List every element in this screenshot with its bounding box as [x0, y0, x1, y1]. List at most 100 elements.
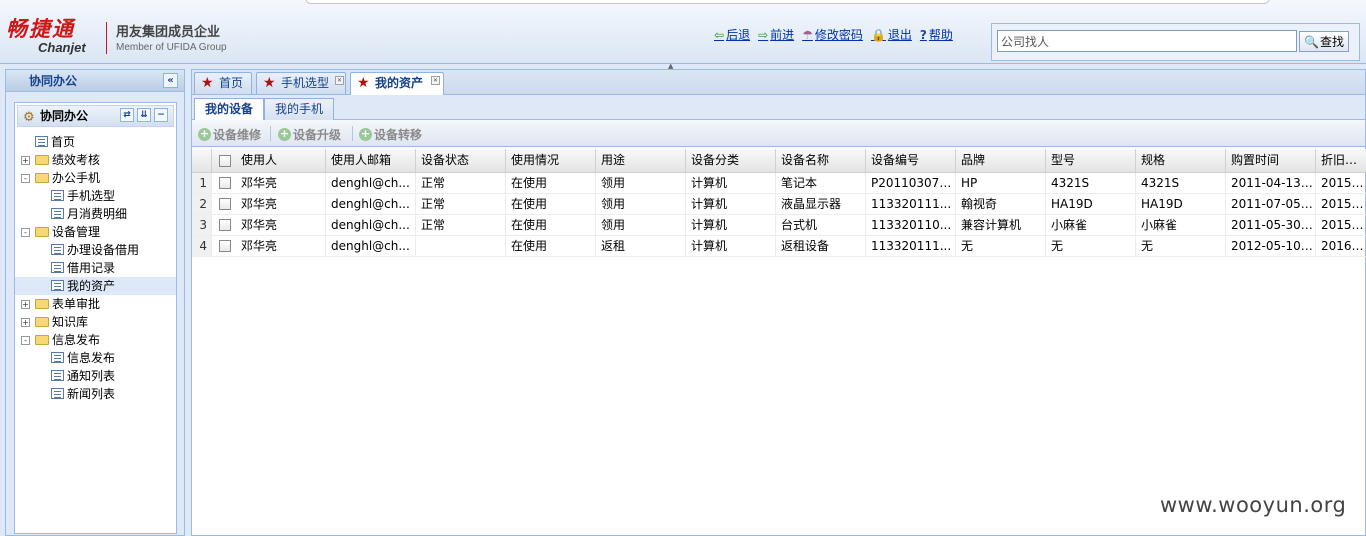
collapse-all-button[interactable]: − — [154, 108, 168, 122]
search-button[interactable]: 🔍 查找 — [1299, 31, 1349, 52]
tab-my-phones[interactable]: 我的手机 — [264, 98, 335, 120]
tab-my-devices[interactable]: 我的设备 — [194, 98, 265, 120]
search-input[interactable] — [997, 30, 1297, 52]
sidebar-collapse-button[interactable]: « — [163, 73, 178, 88]
search-button-label: 查找 — [1319, 35, 1344, 49]
sidebar-item[interactable]: - 信息发布 — [15, 331, 176, 349]
column-header-device-name[interactable]: 设备名称 — [776, 149, 866, 172]
search-icon: 🔍 — [1304, 34, 1319, 49]
select-all-checkbox[interactable] — [219, 155, 231, 167]
collapse-icon[interactable]: - — [21, 336, 30, 345]
star-icon: ★ — [357, 75, 370, 91]
change-password-label: 修改密码 — [814, 28, 863, 42]
sidebar-item[interactable]: 新闻列表 — [15, 385, 176, 403]
sidebar-item-label: 新闻列表 — [67, 387, 116, 401]
column-header-spec[interactable]: 规格 — [1136, 149, 1226, 172]
expand-icon[interactable]: + — [21, 300, 30, 309]
expand-icon[interactable]: + — [21, 318, 30, 327]
row-checkbox[interactable] — [219, 240, 231, 252]
sidebar-item[interactable]: - 办公手机 — [15, 169, 176, 187]
back-link[interactable]: ⇦ 后退 — [714, 26, 750, 43]
cell-device-name: 返租设备 — [776, 236, 866, 256]
tab-my-assets[interactable]: ★ 我的资产 ✕ — [350, 72, 444, 95]
page-icon — [51, 190, 64, 201]
cell-depreciation-date: 2015-05... — [1316, 215, 1366, 235]
logo: 畅捷通 Chanjet — [6, 16, 86, 56]
column-header-depreciation-date[interactable]: 折旧时间 — [1316, 149, 1366, 172]
sidebar-item[interactable]: - 设备管理 — [15, 223, 176, 241]
expand-all-button[interactable]: ⇊ — [137, 108, 151, 122]
close-icon[interactable]: ✕ — [335, 76, 344, 85]
cell-category: 计算机 — [686, 215, 776, 235]
close-icon[interactable]: ✕ — [431, 76, 440, 85]
cell-device-no: 113320111... — [866, 194, 956, 214]
column-header-user-email[interactable]: 使用人邮箱 — [326, 149, 416, 172]
sub-tab-bar: 我的设备 我的手机 — [192, 95, 1365, 120]
tab-home[interactable]: ★ 首页 — [194, 72, 252, 94]
cell-category: 计算机 — [686, 173, 776, 193]
tab-phone-selection[interactable]: ★ 手机选型 ✕ — [256, 72, 346, 94]
logo-cn-text: 畅捷通 — [6, 16, 75, 41]
collapse-icon[interactable]: - — [21, 228, 30, 237]
sidebar-item[interactable]: + 绩效考核 — [15, 151, 176, 169]
help-link[interactable]: ? 帮助 — [920, 26, 953, 43]
page-icon — [51, 388, 64, 399]
sidebar-item[interactable]: 信息发布 — [15, 349, 176, 367]
sidebar-item-label: 知识库 — [52, 315, 89, 329]
sidebar-item[interactable]: 首页 — [15, 133, 176, 151]
sidebar-item[interactable]: 通知列表 — [15, 367, 176, 385]
sidebar-header: 协同办公 « — [6, 70, 184, 92]
device-repair-button[interactable]: + 设备维修 — [198, 126, 261, 143]
slogan-en: Member of UFIDA Group — [116, 42, 227, 53]
arrow-left-icon: ⇦ — [714, 27, 725, 42]
cell-usage: 在使用 — [506, 194, 596, 214]
sidebar-item-label: 绩效考核 — [52, 153, 101, 167]
change-password-link[interactable]: ☂ 修改密码 — [802, 26, 863, 43]
cell-user: 邓华亮 — [236, 194, 326, 214]
column-header-device-no[interactable]: 设备编号 — [866, 149, 956, 172]
column-header-purpose[interactable]: 用途 — [596, 149, 686, 172]
forward-label: 前进 — [770, 28, 795, 42]
sidebar-item[interactable]: 手机选型 — [15, 187, 176, 205]
collapse-icon[interactable]: - — [21, 174, 30, 183]
row-checkbox[interactable] — [219, 198, 231, 210]
device-upgrade-button[interactable]: + 设备升级 — [278, 126, 341, 143]
sidebar-item[interactable]: 月消费明细 — [15, 205, 176, 223]
cell-device-no: P201103074B — [866, 173, 956, 193]
refresh-button[interactable]: ⇄ — [120, 108, 134, 122]
column-header-usage[interactable]: 使用情况 — [506, 149, 596, 172]
folder-icon — [35, 335, 49, 345]
logout-link[interactable]: 🔒 退出 — [871, 26, 912, 43]
row-number: 1 — [192, 173, 212, 193]
column-header-user[interactable]: 使用人 — [236, 149, 326, 172]
table-row[interactable]: 4 邓华亮 denghl@ch... 在使用 返租 计算机 返租设备 113320111...… — [192, 236, 1366, 257]
column-header-category[interactable]: 设备分类 — [686, 149, 776, 172]
row-checkbox[interactable] — [219, 219, 231, 231]
cell-purpose: 领用 — [596, 215, 686, 235]
column-header-model[interactable]: 型号 — [1046, 149, 1136, 172]
header-collapse-arrow[interactable]: ▲ — [668, 62, 680, 70]
sidebar-item[interactable]: + 知识库 — [15, 313, 176, 331]
sidebar-item[interactable]: + 表单审批 — [15, 295, 176, 313]
column-header-purchase-date[interactable]: 购置时间 — [1226, 149, 1316, 172]
table-row[interactable]: 1 邓华亮 denghl@ch... 正常 在使用 领用 计算机 笔记本 P201103074B… — [192, 173, 1366, 194]
table-row[interactable]: 2 邓华亮 denghl@ch... 正常 在使用 领用 计算机 液晶显示器 113320111… — [192, 194, 1366, 215]
row-checkbox[interactable] — [219, 177, 231, 189]
cell-model: HA19D — [1046, 194, 1136, 214]
sidebar-item[interactable]: 办理设备借用 — [15, 241, 176, 259]
sidebar-item[interactable]: 借用记录 — [15, 259, 176, 277]
table-row[interactable]: 3 邓华亮 denghl@ch... 正常 在使用 领用 计算机 台式机 113320110..… — [192, 215, 1366, 236]
column-header-brand[interactable]: 品牌 — [956, 149, 1046, 172]
back-label: 后退 — [726, 28, 751, 42]
asset-grid: 使用人 使用人邮箱 设备状态 使用情况 用途 设备分类 设备名称 设备编号 品牌 型号 规格 购置时间… — [192, 149, 1366, 257]
page-icon — [51, 262, 64, 273]
device-transfer-button[interactable]: + 设备转移 — [359, 126, 422, 143]
sidebar-item[interactable]: 我的资产 — [15, 277, 176, 295]
tab-home-label: 首页 — [219, 76, 244, 90]
column-header-device-status[interactable]: 设备状态 — [416, 149, 506, 172]
forward-link[interactable]: ⇨ 前进 — [758, 26, 794, 43]
expand-icon[interactable]: + — [21, 156, 30, 165]
cell-category: 计算机 — [686, 236, 776, 256]
cell-usage: 在使用 — [506, 215, 596, 235]
cell-depreciation-date: 2016-05... — [1316, 236, 1366, 256]
